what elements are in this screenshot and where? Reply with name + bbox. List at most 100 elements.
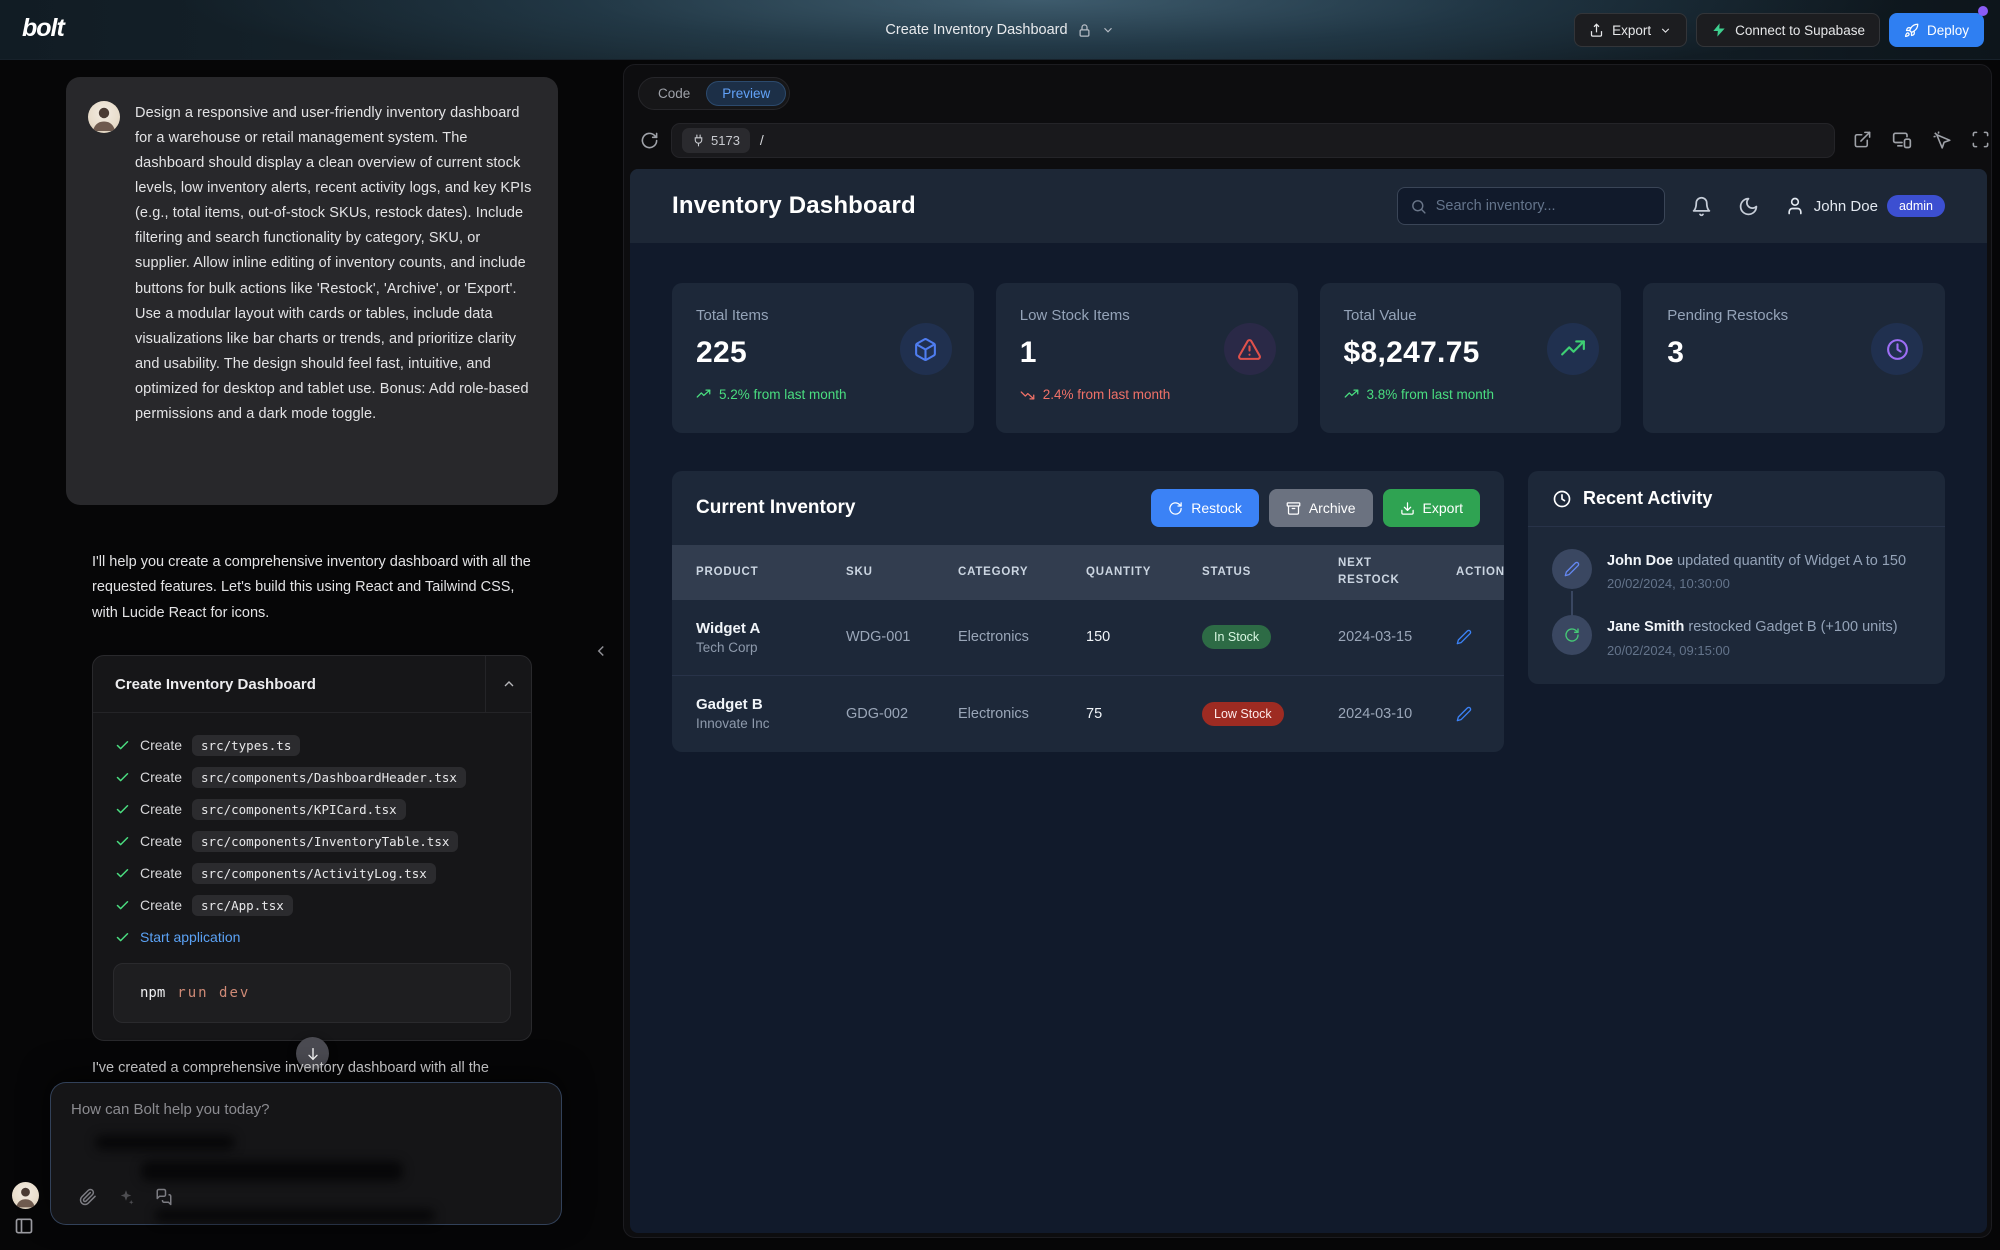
current-inventory-card: Current Inventory Restock Archive [672, 471, 1504, 752]
attach-link-icon[interactable] [79, 1188, 97, 1206]
trending-up-icon [696, 387, 711, 402]
collapse-artifact-button[interactable] [485, 656, 531, 712]
start-application-link[interactable]: Start application [140, 929, 240, 945]
preview-controls [1853, 130, 1990, 150]
fullscreen-icon[interactable] [1971, 130, 1990, 150]
responsive-devices-icon[interactable] [1892, 130, 1912, 150]
user-name: John Doe [1814, 198, 1878, 215]
product-supplier: Tech Corp [696, 640, 846, 655]
bell-icon[interactable] [1691, 196, 1712, 217]
user-message-bubble: Design a responsive and user-friendly in… [66, 77, 558, 505]
inventory-search[interactable] [1397, 187, 1665, 225]
artifact-step: Create src/types.ts [115, 729, 509, 761]
trending-down-icon [1020, 387, 1035, 402]
export-csv-button[interactable]: Export [1383, 489, 1480, 527]
deploy-button[interactable]: Deploy [1889, 13, 1984, 47]
workbench-panel: Code Preview 5173 / [623, 64, 1992, 1238]
inspector-cursor-icon[interactable] [1932, 130, 1951, 150]
code-preview-segment: Code Preview [638, 77, 790, 110]
sparkles-icon[interactable] [117, 1188, 135, 1206]
artifact-step: Create src/components/ActivityLog.tsx [115, 857, 509, 889]
role-badge: admin [1887, 195, 1945, 217]
account-avatar[interactable] [12, 1182, 39, 1209]
connect-supabase-button[interactable]: Connect to Supabase [1696, 13, 1880, 47]
tab-code[interactable]: Code [642, 81, 706, 106]
dashboard-body: Total Items 225 5.2% from last month Low… [630, 243, 1987, 752]
pencil-icon [1456, 706, 1472, 722]
port-badge[interactable]: 5173 [682, 128, 750, 153]
project-title: Create Inventory Dashboard [885, 22, 1067, 38]
edit-row-button[interactable] [1456, 629, 1504, 645]
dark-mode-toggle-moon-icon[interactable] [1738, 196, 1759, 217]
kpi-cards-row: Total Items 225 5.2% from last month Low… [672, 283, 1945, 433]
quantity-cell[interactable]: 150 [1086, 629, 1202, 645]
dashboard-title: Inventory Dashboard [672, 192, 1397, 220]
chat-input[interactable] [51, 1083, 561, 1143]
download-icon [1400, 501, 1415, 516]
open-external-icon[interactable] [1853, 130, 1872, 150]
archive-icon [1286, 501, 1301, 516]
collapse-chat-panel-button[interactable] [592, 642, 610, 660]
terminal-command: npm run dev [113, 963, 511, 1023]
product-name: Widget A [696, 620, 846, 637]
artifact-steps: Create src/types.ts Create src/component… [93, 713, 531, 953]
user-menu[interactable]: John Doe admin [1785, 195, 1945, 217]
chat-mode-icon[interactable] [155, 1188, 173, 1206]
chevron-down-icon[interactable] [1101, 23, 1115, 37]
file-chip[interactable]: src/types.ts [192, 735, 300, 756]
dashboard-sections: Current Inventory Restock Archive [672, 471, 1945, 752]
dashboard-header: Inventory Dashboard John Doe admin [630, 169, 1987, 243]
refresh-icon [1552, 615, 1592, 655]
dashboard-header-actions: John Doe admin [1397, 187, 1945, 225]
kpi-trend: 2.4% from last month [1020, 387, 1274, 402]
kpi-card-total-items: Total Items 225 5.2% from last month [672, 283, 974, 433]
search-icon [1410, 198, 1427, 215]
tab-preview[interactable]: Preview [706, 81, 786, 106]
sku-cell: WDG-001 [846, 629, 958, 645]
clock-icon [1871, 323, 1923, 375]
edit-row-button[interactable] [1456, 706, 1504, 722]
activity-list: John Doe updated quantity of Widget A to… [1528, 527, 1945, 684]
product-name: Gadget B [696, 696, 846, 713]
topbar-actions: Export Connect to Supabase Deploy [1574, 13, 1984, 47]
file-chip[interactable]: src/components/KPICard.tsx [192, 799, 406, 820]
status-badge: Low Stock [1202, 702, 1284, 726]
activity-timestamp: 20/02/2024, 10:30:00 [1607, 576, 1906, 591]
file-chip[interactable]: src/components/InventoryTable.tsx [192, 831, 458, 852]
file-chip[interactable]: src/App.tsx [192, 895, 293, 916]
view-tabs: Code Preview [638, 75, 790, 111]
alert-triangle-icon [1224, 323, 1276, 375]
restock-button[interactable]: Restock [1151, 489, 1259, 527]
assistant-outro-text: I've created a comprehensive inventory d… [92, 1060, 552, 1076]
rocket-icon [1904, 23, 1919, 38]
artifact-step: Create src/components/InventoryTable.tsx [115, 825, 509, 857]
pencil-icon [1552, 549, 1592, 589]
artifact-step: Create src/App.tsx [115, 889, 509, 921]
bulk-actions: Restock Archive Export [1151, 489, 1480, 527]
sidebar-toggle-icon[interactable] [14, 1216, 34, 1236]
check-icon [115, 834, 130, 849]
export-button[interactable]: Export [1574, 13, 1687, 47]
artifact-title: Create Inventory Dashboard [93, 676, 485, 693]
product-supplier: Innovate Inc [696, 716, 846, 731]
file-chip[interactable]: src/components/ActivityLog.tsx [192, 863, 436, 884]
artifact-card: Create Inventory Dashboard Create src/ty… [92, 655, 532, 1041]
address-input[interactable]: 5173 / [671, 123, 1835, 158]
activity-item: John Doe updated quantity of Widget A to… [1552, 549, 1921, 591]
search-input[interactable] [1436, 198, 1652, 214]
redacted-text [155, 1209, 435, 1222]
user-icon [1785, 196, 1805, 216]
archive-button[interactable]: Archive [1269, 489, 1373, 527]
activity-item: Jane Smith restocked Gadget B (+100 unit… [1552, 615, 1921, 657]
redacted-text [141, 1161, 403, 1181]
url-path: / [760, 132, 764, 148]
pencil-icon [1456, 629, 1472, 645]
refresh-icon[interactable] [640, 131, 659, 150]
quantity-cell[interactable]: 75 [1086, 706, 1202, 722]
file-chip[interactable]: src/components/DashboardHeader.tsx [192, 767, 466, 788]
assistant-intro-text: I'll help you create a comprehensive inv… [92, 550, 544, 626]
activity-action: updated quantity of Widget A to 150 [1677, 553, 1906, 569]
table-row: Widget A Tech Corp WDG-001 Electronics 1… [672, 600, 1504, 676]
next-restock-cell: 2024-03-15 [1338, 629, 1456, 645]
chat-input-box [50, 1082, 562, 1225]
